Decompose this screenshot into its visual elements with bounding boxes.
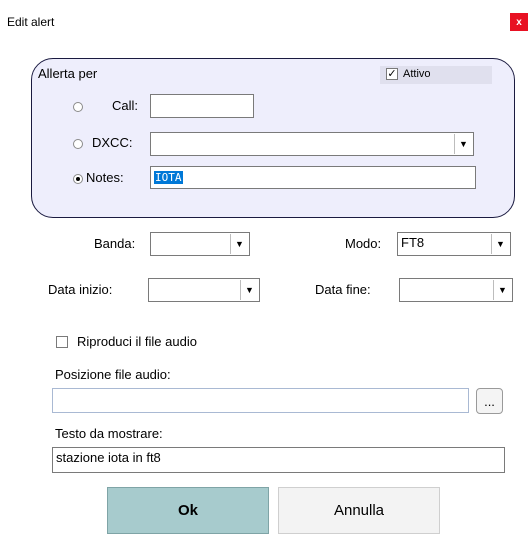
notes-radio[interactable] xyxy=(73,174,83,184)
end-date-label: Data fine: xyxy=(315,282,371,297)
title-bar: Edit alert x xyxy=(0,0,531,40)
banda-combo[interactable]: ▼ xyxy=(150,232,250,256)
close-button[interactable]: x xyxy=(510,13,528,31)
group-title: Allerta per xyxy=(38,66,98,81)
cancel-button[interactable]: Annulla xyxy=(278,487,440,534)
browse-label: ... xyxy=(484,394,495,409)
play-audio-label: Riproduci il file audio xyxy=(77,334,197,349)
start-date-label: Data inizio: xyxy=(48,282,113,297)
play-audio-checkbox[interactable] xyxy=(56,336,68,348)
audio-path-input[interactable] xyxy=(52,388,469,413)
chevron-down-icon[interactable]: ▼ xyxy=(230,234,248,254)
audio-path-label: Posizione file audio: xyxy=(55,367,171,382)
dxcc-radio[interactable] xyxy=(73,139,83,149)
modo-label: Modo: xyxy=(345,236,382,251)
modo-value: FT8 xyxy=(401,235,425,250)
call-radio[interactable] xyxy=(73,102,83,112)
message-input[interactable]: stazione iota in ft8 xyxy=(52,447,505,473)
notes-input[interactable]: IOTA xyxy=(150,166,476,189)
chevron-down-icon[interactable]: ▼ xyxy=(454,134,472,154)
chevron-down-icon[interactable]: ▼ xyxy=(240,280,258,300)
message-label: Testo da mostrare: xyxy=(55,426,163,441)
notes-label: Notes: xyxy=(86,170,124,185)
chevron-down-icon[interactable]: ▼ xyxy=(491,234,509,254)
dxcc-combo[interactable]: ▼ xyxy=(150,132,474,156)
end-date-combo[interactable]: ▼ xyxy=(399,278,513,302)
notes-value: IOTA xyxy=(154,171,183,184)
active-checkbox[interactable]: ✓ xyxy=(386,68,398,80)
call-input[interactable] xyxy=(150,94,254,118)
browse-button[interactable]: ... xyxy=(476,388,503,414)
chevron-down-icon[interactable]: ▼ xyxy=(493,280,511,300)
check-icon: ✓ xyxy=(387,68,397,80)
cancel-label: Annulla xyxy=(333,502,385,519)
start-date-combo[interactable]: ▼ xyxy=(148,278,260,302)
ok-label: Ok xyxy=(177,502,198,519)
close-icon: x xyxy=(516,16,522,28)
window-title: Edit alert xyxy=(7,15,55,29)
dxcc-label: DXCC: xyxy=(92,135,133,150)
ok-button[interactable]: Ok xyxy=(107,487,269,534)
active-label: Attivo xyxy=(403,68,431,80)
message-value: stazione iota in ft8 xyxy=(56,450,161,465)
call-label: Call: xyxy=(112,98,139,113)
active-checkbox-area[interactable]: ✓ Attivo xyxy=(380,66,492,84)
banda-label: Banda: xyxy=(94,236,136,251)
modo-combo[interactable]: FT8 ▼ xyxy=(397,232,511,256)
